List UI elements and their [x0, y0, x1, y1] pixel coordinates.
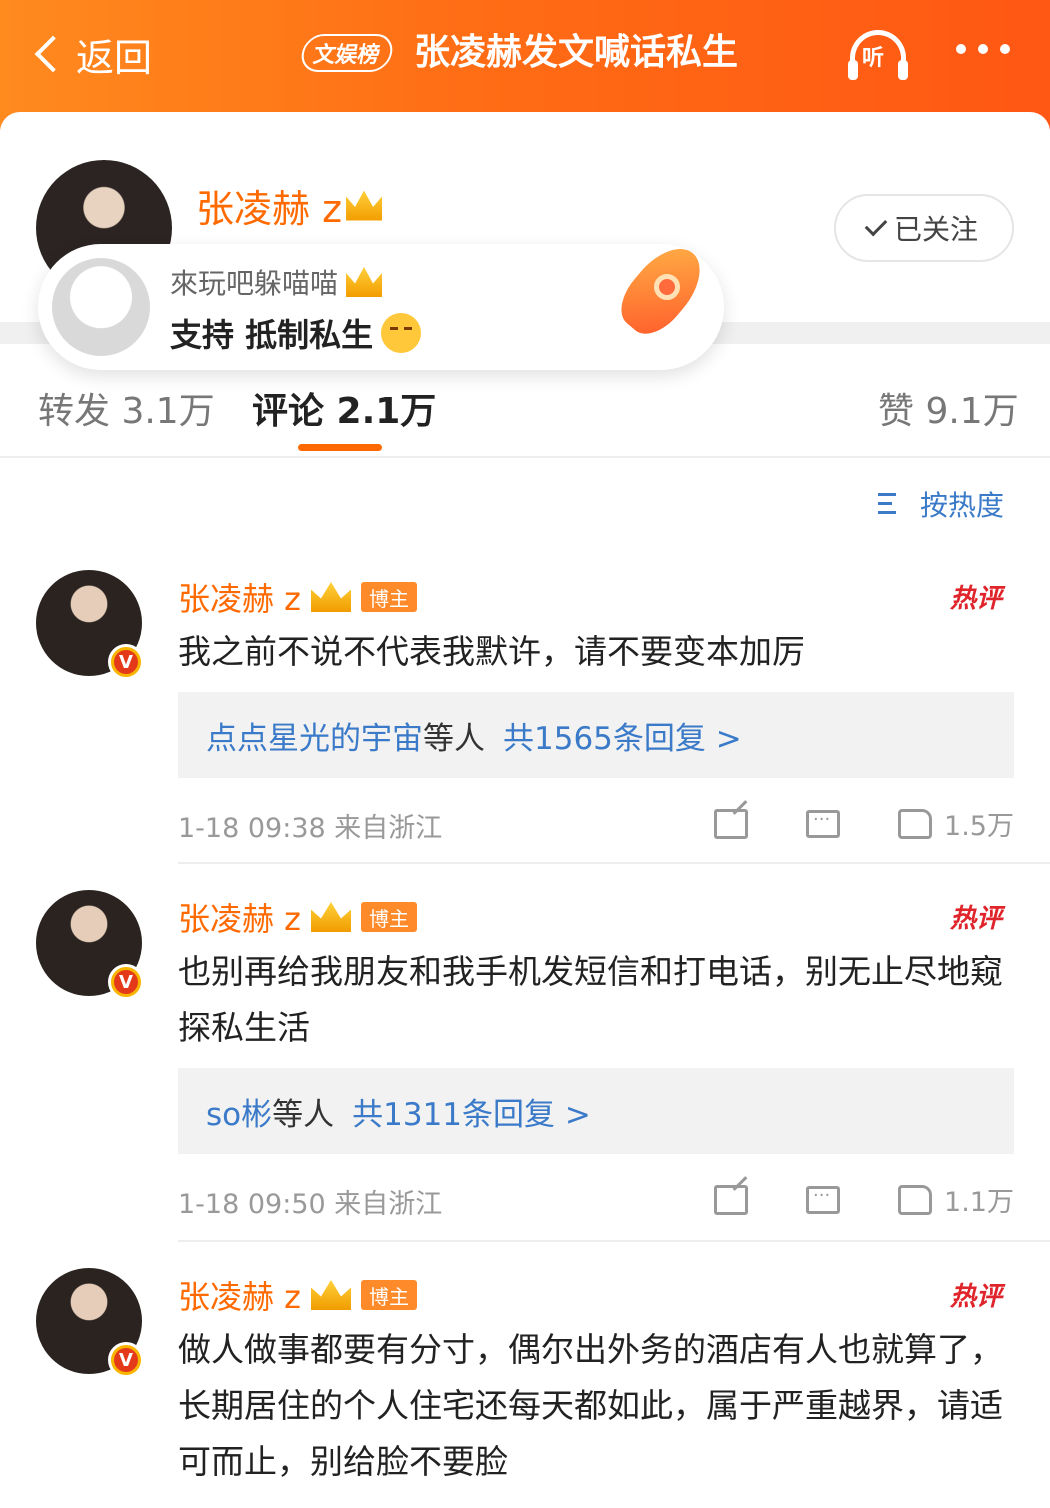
author-tag: 博主: [360, 582, 417, 612]
crown-icon: [310, 582, 351, 612]
bubble-user: 來玩吧躲喵喵: [170, 262, 383, 302]
comment-author[interactable]: 张凌赫 z 博主: [178, 894, 417, 940]
comment-actions: 1.1万: [714, 1180, 1014, 1219]
listen-button[interactable]: 听: [848, 26, 908, 82]
divider: [178, 862, 1050, 864]
author-tag: 博主: [360, 1280, 417, 1310]
tab-repost[interactable]: 转发 3.1万: [38, 382, 215, 434]
comment-meta: 1-18 09:50 来自浙江: [178, 1189, 443, 1220]
active-tab-indicator: [298, 444, 382, 451]
chevron-left-icon: [34, 35, 72, 73]
more-icon[interactable]: [956, 44, 1010, 54]
rocket-icon: [604, 232, 724, 352]
follow-button[interactable]: 已关注: [834, 194, 1014, 262]
tab-likes[interactable]: 赞 9.1万: [878, 382, 1019, 434]
reply-summary[interactable]: so彬 等人 共1311条回复 >: [178, 1068, 1014, 1154]
sort-icon: [878, 491, 910, 517]
crown-icon: [346, 267, 383, 297]
verified-icon: V: [108, 1342, 144, 1378]
comment-icon[interactable]: [806, 1185, 841, 1214]
hot-comment-badge: 热评: [950, 904, 1003, 934]
back-label: 返回: [76, 35, 153, 80]
top-bar: 返回 文娱榜 张凌赫发文喊话私生 听: [0, 0, 1050, 130]
like-button[interactable]: 1.1万: [898, 1180, 1014, 1219]
hot-comment-badge: 热评: [950, 1282, 1003, 1312]
comment-author[interactable]: 张凌赫 z 博主: [178, 1272, 417, 1318]
thumbs-up-icon: [898, 1184, 933, 1215]
share-icon[interactable]: [714, 1184, 748, 1215]
like-button[interactable]: 1.5万: [898, 804, 1014, 843]
comment-text: 也别再给我朋友和我手机发短信和打电话，别无止尽地窥探私生活: [178, 952, 1003, 1047]
tab-comments[interactable]: 评论 2.1万: [252, 382, 436, 434]
comment-meta: 1-18 09:38 来自浙江: [178, 813, 443, 844]
check-icon: [864, 213, 888, 237]
avatar: [52, 258, 150, 356]
crown-icon: [310, 1280, 351, 1310]
hot-comment-badge: 热评: [950, 584, 1003, 614]
divider: [178, 1240, 1050, 1242]
angry-emoji-icon: [381, 313, 422, 353]
verified-icon: V: [108, 964, 144, 1000]
page-title: 张凌赫发文喊话私生: [414, 32, 739, 73]
comment-text: 做人做事都要有分寸，偶尔出外务的酒店有人也就算了，长期居住的个人住宅还每天都如此…: [178, 1330, 1003, 1481]
back-button[interactable]: 返回: [30, 24, 152, 84]
comment-text: 我之前不说不代表我默许，请不要变本加厉: [178, 632, 805, 671]
author-name[interactable]: 张凌赫 z: [196, 178, 383, 233]
share-icon[interactable]: [714, 808, 748, 839]
bubble-text: 支持 抵制私生: [170, 310, 422, 356]
author-tag: 博主: [360, 902, 417, 932]
comment-author[interactable]: 张凌赫 z 博主: [178, 574, 417, 620]
reply-summary[interactable]: 点点星光的宇宙 等人 共1565条回复 >: [178, 692, 1014, 778]
sort-button[interactable]: 按热度: [878, 484, 1004, 524]
tab-bar: 转发 3.1万 评论 2.1万 赞 9.1万: [0, 372, 1050, 458]
listen-label: 听: [862, 46, 885, 71]
thumbs-up-icon: [898, 808, 933, 839]
rank-badge[interactable]: 文娱榜: [298, 34, 396, 72]
verified-icon: V: [108, 644, 144, 680]
comment-icon[interactable]: [806, 809, 841, 838]
crown-icon: [346, 190, 383, 221]
comment-actions: 1.5万: [714, 804, 1014, 843]
crown-icon: [310, 902, 351, 932]
